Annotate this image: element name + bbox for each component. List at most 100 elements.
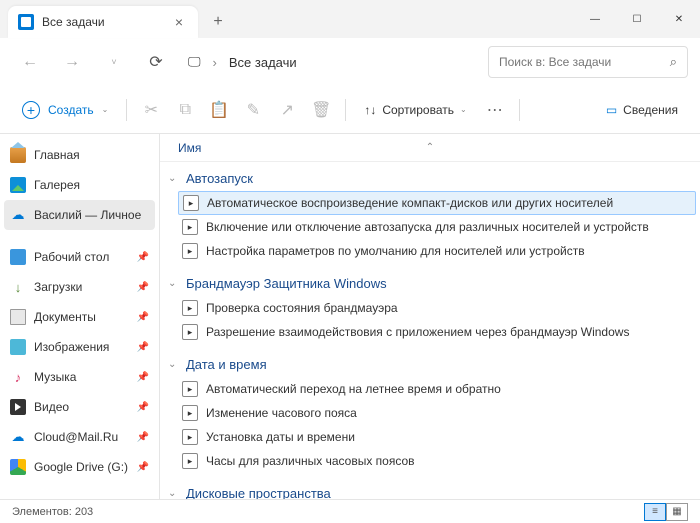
sort-label: Сортировать: [382, 103, 454, 117]
item-label: Автоматический переход на летнее время и…: [206, 382, 501, 396]
item-label: Включение или отключение автозапуска для…: [206, 220, 649, 234]
pin-icon[interactable]: 📌: [137, 372, 149, 383]
monitor-icon: 🖵: [188, 54, 201, 70]
group-title: Дисковые пространства: [186, 486, 331, 499]
pin-icon[interactable]: 📌: [137, 282, 149, 293]
group-header[interactable]: ⌄Брандмауэр Защитника Windows: [160, 271, 700, 296]
pin-icon[interactable]: 📌: [137, 252, 149, 263]
address-toolbar: ← → ˅ ⟳ 🖵 › Все задачи ⌕: [0, 38, 700, 86]
chevron-down-icon: ⌄: [168, 359, 180, 370]
main-panel: Имя ⌃ ⌄Автозапуск▸Автоматическое воспрои…: [160, 134, 700, 499]
chevron-right-icon: ›: [213, 55, 217, 70]
list-item[interactable]: ▸ Разрешение взаимодействовия с приложени…: [160, 320, 700, 344]
details-button[interactable]: ▭ Сведения: [596, 94, 688, 126]
statusbar: Элементов: 203 ≡ ▦: [0, 499, 700, 523]
home-icon: [10, 147, 26, 163]
list-item[interactable]: ▸Настройка параметров по умолчанию для н…: [160, 239, 700, 263]
item-icon: ▸: [182, 324, 198, 340]
pin-icon[interactable]: 📌: [137, 462, 149, 473]
sidebar-gallery[interactable]: Галерея: [0, 170, 159, 200]
close-button[interactable]: ✕: [658, 3, 700, 35]
pin-icon[interactable]: 📌: [137, 432, 149, 443]
mail-icon: ☁: [10, 429, 26, 445]
separator: [126, 99, 127, 121]
search-input[interactable]: [499, 55, 670, 69]
gallery-icon: [10, 177, 26, 193]
sidebar: Главная Галерея ☁Василий — Личное Рабочи…: [0, 134, 160, 499]
plus-icon: +: [22, 101, 40, 119]
pin-icon[interactable]: 📌: [137, 402, 149, 413]
more-icon[interactable]: ⋯: [479, 94, 511, 126]
minimize-button[interactable]: —: [574, 3, 616, 35]
column-header[interactable]: Имя ⌃: [160, 134, 700, 162]
share-icon[interactable]: ↗: [271, 94, 303, 126]
back-button[interactable]: ←: [12, 44, 48, 80]
cloud-icon: ☁: [10, 207, 26, 223]
pin-icon[interactable]: 📌: [137, 312, 149, 323]
item-label: Разрешение взаимодействовия с приложение…: [206, 325, 629, 339]
forward-button[interactable]: →: [54, 44, 90, 80]
create-button[interactable]: + Создать ⌄: [12, 94, 118, 126]
search-icon[interactable]: ⌕: [670, 54, 677, 70]
sidebar-music[interactable]: ♪Музыка📌: [0, 362, 159, 392]
cut-icon[interactable]: ✂: [135, 94, 167, 126]
item-label: Установка даты и времени: [206, 430, 355, 444]
sidebar-desktop[interactable]: Рабочий стол📌: [0, 242, 159, 272]
breadcrumb[interactable]: 🖵 › Все задачи: [188, 54, 482, 70]
sidebar-gdrive[interactable]: Google Drive (G:)📌: [0, 452, 159, 482]
chevron-down-icon: ⌄: [168, 488, 180, 499]
sidebar-documents[interactable]: Документы📌: [0, 302, 159, 332]
delete-icon[interactable]: 🗑: [305, 94, 337, 126]
sidebar-personal[interactable]: ☁Василий — Личное: [4, 200, 155, 230]
pin-icon[interactable]: 📌: [137, 342, 149, 353]
content-area: Главная Галерея ☁Василий — Личное Рабочи…: [0, 134, 700, 499]
maximize-button[interactable]: ☐: [616, 3, 658, 35]
list-item[interactable]: ▸Часы для различных часовых поясов: [160, 449, 700, 473]
list-item[interactable]: ▸Автоматическое воспроизведение компакт-…: [178, 191, 696, 215]
sort-icon: ↑↓: [364, 103, 376, 117]
details-view-button[interactable]: ≡: [644, 503, 666, 521]
rename-icon[interactable]: ✎: [237, 94, 269, 126]
group-header[interactable]: ⌄Дата и время: [160, 352, 700, 377]
sidebar-cloud-mail[interactable]: ☁Cloud@Mail.Ru📌: [0, 422, 159, 452]
new-tab-button[interactable]: +: [202, 6, 234, 38]
group: ⌄Дата и время▸Автоматический переход на …: [160, 348, 700, 477]
copy-icon[interactable]: ⧉: [169, 94, 201, 126]
panel-icon: ▭: [606, 103, 617, 117]
list-item[interactable]: ▸Установка даты и времени: [160, 425, 700, 449]
video-icon: [10, 399, 26, 415]
group-header[interactable]: ⌄Автозапуск: [160, 166, 700, 191]
search-box[interactable]: ⌕: [488, 46, 688, 78]
group-title: Брандмауэр Защитника Windows: [186, 276, 387, 291]
sidebar-downloads[interactable]: ↓Загрузки📌: [0, 272, 159, 302]
item-label: Проверка состояния брандмауэра: [206, 301, 398, 315]
sidebar-videos[interactable]: Видео📌: [0, 392, 159, 422]
paste-icon[interactable]: 📋: [203, 94, 235, 126]
sidebar-home[interactable]: Главная: [0, 140, 159, 170]
close-tab-icon[interactable]: ×: [170, 13, 188, 31]
music-icon: ♪: [10, 369, 26, 385]
list-item[interactable]: ▸Проверка состояния брандмауэра: [160, 296, 700, 320]
up-button[interactable]: ˅: [96, 44, 132, 80]
list-item[interactable]: ▸Автоматический переход на летнее время …: [160, 377, 700, 401]
breadcrumb-text: Все задачи: [229, 55, 297, 70]
group: ⌄ Дисковые пространства: [160, 477, 700, 499]
tab-active[interactable]: Все задачи ×: [8, 6, 198, 38]
item-icon: ▸: [183, 195, 199, 211]
group-header[interactable]: ⌄ Дисковые пространства: [160, 481, 700, 499]
create-label: Создать: [48, 103, 94, 117]
icons-view-button[interactable]: ▦: [666, 503, 688, 521]
refresh-button[interactable]: ⟳: [138, 44, 174, 80]
item-label: Настройка параметров по умолчанию для но…: [206, 244, 585, 258]
separator: [519, 99, 520, 121]
titlebar: Все задачи × + — ☐ ✕: [0, 0, 700, 38]
list-item[interactable]: ▸Включение или отключение автозапуска дл…: [160, 215, 700, 239]
window-controls: — ☐ ✕: [574, 3, 700, 35]
sort-button[interactable]: ↑↓ Сортировать ⌄: [354, 94, 476, 126]
chevron-down-icon: ⌄: [102, 105, 109, 114]
list-item[interactable]: ▸Изменение часового пояса: [160, 401, 700, 425]
chevron-down-icon: ⌄: [168, 173, 180, 184]
sidebar-pictures[interactable]: Изображения📌: [0, 332, 159, 362]
column-name[interactable]: Имя: [178, 141, 201, 155]
group: ⌄Брандмауэр Защитника Windows▸Проверка с…: [160, 267, 700, 348]
